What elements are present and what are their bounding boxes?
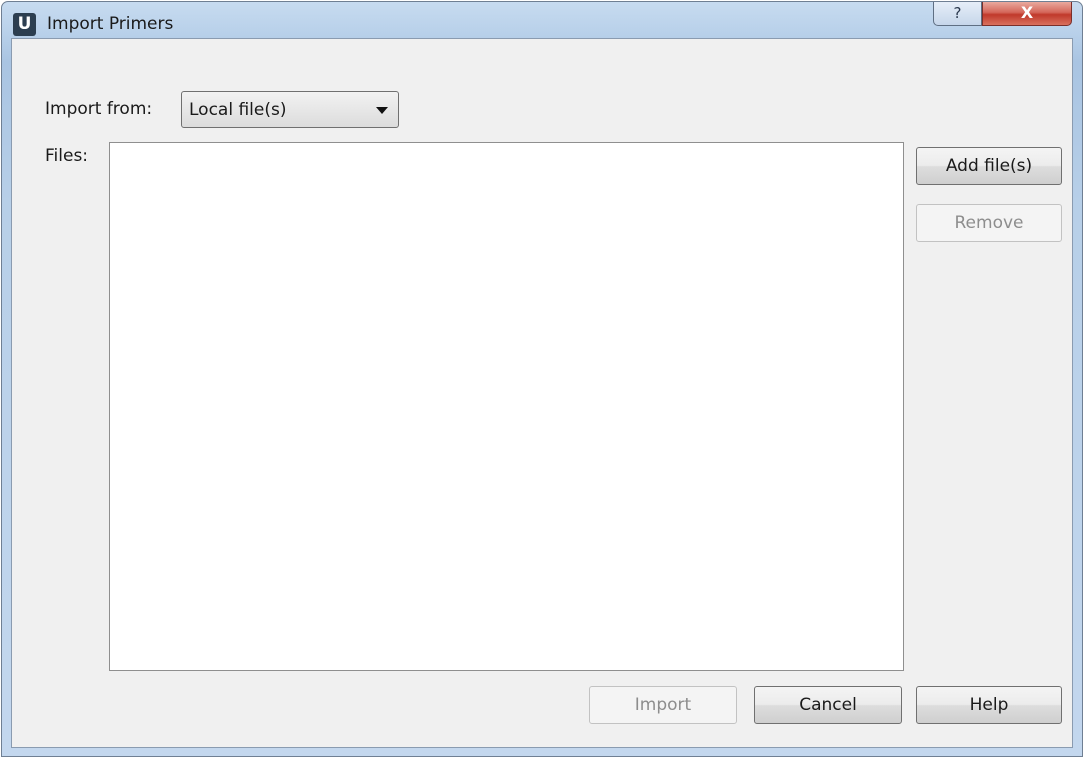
dialog-body: Import from: Local file(s) Files: Add fi… [11,38,1073,748]
help-titlebar-button[interactable]: ? [933,2,982,26]
files-list[interactable] [109,142,904,671]
import-from-label: Import from: [45,99,153,119]
import-from-dropdown[interactable]: Local file(s) [181,91,399,128]
close-button[interactable]: X [982,2,1072,26]
app-logo-icon: U [13,13,36,36]
help-button[interactable]: Help [916,686,1062,724]
add-files-button[interactable]: Add file(s) [916,147,1062,185]
import-primers-dialog: U Import Primers ? X Import from: Local … [1,1,1083,757]
window-title: Import Primers [47,14,174,34]
import-button[interactable]: Import [589,686,737,724]
import-from-selected-value: Local file(s) [189,100,287,120]
title-bar[interactable]: U Import Primers ? X [2,2,1082,38]
remove-button[interactable]: Remove [916,204,1062,242]
chevron-down-icon [376,107,388,114]
files-label: Files: [45,146,89,166]
cancel-button[interactable]: Cancel [754,686,902,724]
